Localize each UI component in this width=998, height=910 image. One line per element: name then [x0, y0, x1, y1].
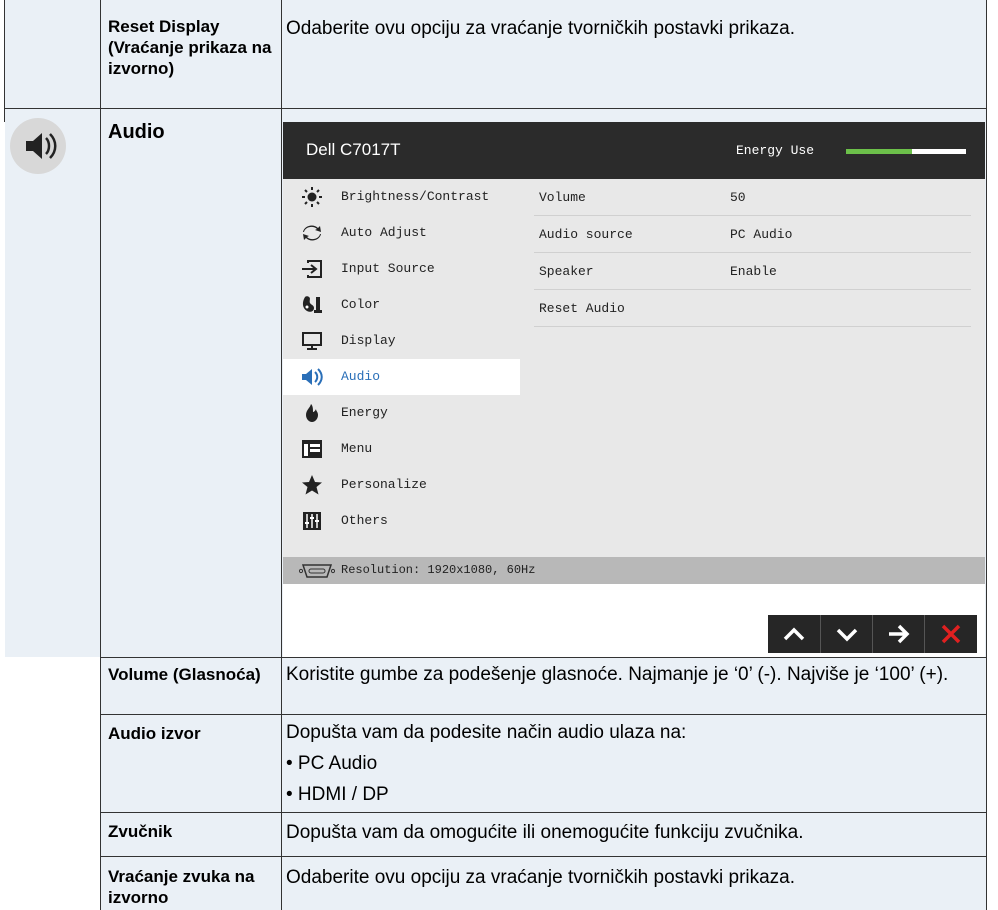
- reset-display-desc: Odaberite ovu opciju za vraćanje tvornič…: [286, 18, 796, 39]
- arrow-right-icon: [889, 624, 910, 644]
- icon-cell: [5, 0, 100, 108]
- menu-item-audio[interactable]: Audio: [283, 359, 520, 395]
- menu-item-display[interactable]: Display: [283, 323, 520, 359]
- resolution-text: Resolution: 1920x1080, 60Hz: [341, 563, 536, 577]
- menu-item-brightness-contrast[interactable]: Brightness/Contrast: [283, 179, 520, 215]
- setting-audio-source[interactable]: Audio source PC Audio: [534, 216, 971, 253]
- menu-item-label: Brightness/Contrast: [341, 189, 490, 204]
- desc-cell: Odaberite ovu opciju za vraćanje tvornič…: [282, 0, 986, 108]
- reset-audio-label: Vraćanje zvuka na izvorno: [108, 867, 255, 907]
- menu-item-energy[interactable]: Energy: [283, 395, 520, 431]
- osd-menu: Dell C7017T Energy Use Brightness/Contra…: [283, 122, 985, 657]
- energy-use-label: Energy Use: [736, 143, 815, 158]
- audio-label: Audio: [108, 121, 165, 143]
- menu-item-label: Auto Adjust: [341, 225, 427, 240]
- energy-use-fill: [846, 149, 912, 154]
- osd-header: Dell C7017T Energy Use: [283, 122, 985, 179]
- icon-cell: [5, 109, 100, 657]
- speaker-label: Zvučnik: [108, 822, 173, 841]
- enter-button[interactable]: [872, 615, 925, 653]
- setting-name: Volume: [539, 190, 586, 205]
- reset-display-label: Reset Display (Vraćanje prikaza na izvor…: [108, 17, 272, 78]
- menu-item-auto-adjust[interactable]: Auto Adjust: [283, 215, 520, 251]
- sun-icon: [301, 187, 323, 207]
- desc-cell: Koristite gumbe za podešenje glasnoće. N…: [282, 658, 986, 714]
- menu-item-personalize[interactable]: Personalize: [283, 467, 520, 503]
- speaker-icon: [301, 367, 323, 387]
- menu-item-label: Display: [341, 333, 396, 348]
- audio-source-option: • PC Audio: [286, 753, 378, 774]
- volume-label: Volume (Glasnoća): [108, 665, 261, 684]
- auto-adjust-icon: [301, 223, 323, 243]
- label-cell: Audio: [101, 109, 281, 657]
- osd-submenu-panel: Volume 50 Audio source PC Audio Speaker …: [520, 179, 985, 557]
- color-icon: [301, 295, 323, 315]
- speaker-icon: [10, 118, 66, 174]
- audio-source-desc: Dopušta vam da podesite način audio ulaz…: [286, 722, 687, 743]
- setting-value: PC Audio: [730, 227, 793, 242]
- setting-name: Reset Audio: [539, 301, 625, 316]
- reset-audio-desc: Odaberite ovu opciju za vraćanje tvornič…: [286, 867, 796, 888]
- audio-source-label: Audio izvor: [108, 724, 201, 743]
- menu-icon: [301, 439, 323, 459]
- label-cell: Zvučnik: [101, 813, 281, 856]
- down-button[interactable]: [820, 615, 873, 653]
- setting-name: Audio source: [539, 227, 633, 242]
- menu-item-label: Energy: [341, 405, 388, 420]
- menu-item-label: Audio: [341, 369, 381, 384]
- menu-item-label: Personalize: [341, 477, 427, 492]
- osd-main-menu: Brightness/Contrast Auto Adjust Input So…: [283, 179, 520, 557]
- close-icon: [941, 624, 961, 644]
- speaker-desc: Dopušta vam da omogućite ili onemogućite…: [286, 822, 804, 843]
- desc-cell: Dopušta vam da podesite način audio ulaz…: [282, 715, 986, 812]
- menu-item-menu[interactable]: Menu: [283, 431, 520, 467]
- star-icon: [301, 475, 323, 495]
- energy-icon: [301, 403, 323, 423]
- label-cell: Audio izvor: [101, 715, 281, 812]
- up-button[interactable]: [768, 615, 820, 653]
- setting-volume[interactable]: Volume 50: [534, 179, 971, 216]
- audio-source-option: • HDMI / DP: [286, 784, 389, 805]
- menu-item-label: Others: [341, 513, 388, 528]
- table-border: [986, 0, 987, 910]
- menu-item-label: Color: [341, 297, 381, 312]
- others-icon: [301, 511, 323, 531]
- volume-desc: Koristite gumbe za podešenje glasnoće. N…: [286, 664, 949, 685]
- setting-speaker[interactable]: Speaker Enable: [534, 253, 971, 290]
- label-cell: Volume (Glasnoća): [101, 658, 281, 714]
- osd-button-bar: [768, 615, 977, 653]
- menu-item-label: Input Source: [341, 261, 435, 276]
- vga-connector-icon: [298, 563, 336, 579]
- label-cell: Reset Display (Vraćanje prikaza na izvor…: [101, 0, 281, 108]
- menu-item-label: Menu: [341, 441, 373, 456]
- energy-use-bar: [846, 149, 966, 154]
- setting-value: 50: [730, 190, 746, 205]
- setting-value: Enable: [730, 264, 777, 279]
- label-cell: Vraćanje zvuka na izvorno: [101, 857, 281, 910]
- chevron-down-icon: [836, 628, 858, 642]
- manual-page: Reset Display (Vraćanje prikaza na izvor…: [0, 0, 998, 910]
- menu-item-input-source[interactable]: Input Source: [283, 251, 520, 287]
- exit-button[interactable]: [924, 615, 977, 653]
- osd-status-bar: Resolution: 1920x1080, 60Hz: [283, 557, 985, 584]
- chevron-up-icon: [783, 627, 805, 641]
- desc-cell: Dopušta vam da omogućite ili onemogućite…: [282, 813, 986, 856]
- desc-cell: Odaberite ovu opciju za vraćanje tvornič…: [282, 857, 986, 910]
- display-icon: [301, 331, 323, 351]
- menu-item-color[interactable]: Color: [283, 287, 520, 323]
- input-source-icon: [301, 259, 323, 279]
- monitor-model: Dell C7017T: [306, 140, 401, 159]
- setting-name: Speaker: [539, 264, 594, 279]
- setting-reset-audio[interactable]: Reset Audio: [534, 290, 971, 327]
- menu-item-others[interactable]: Others: [283, 503, 520, 539]
